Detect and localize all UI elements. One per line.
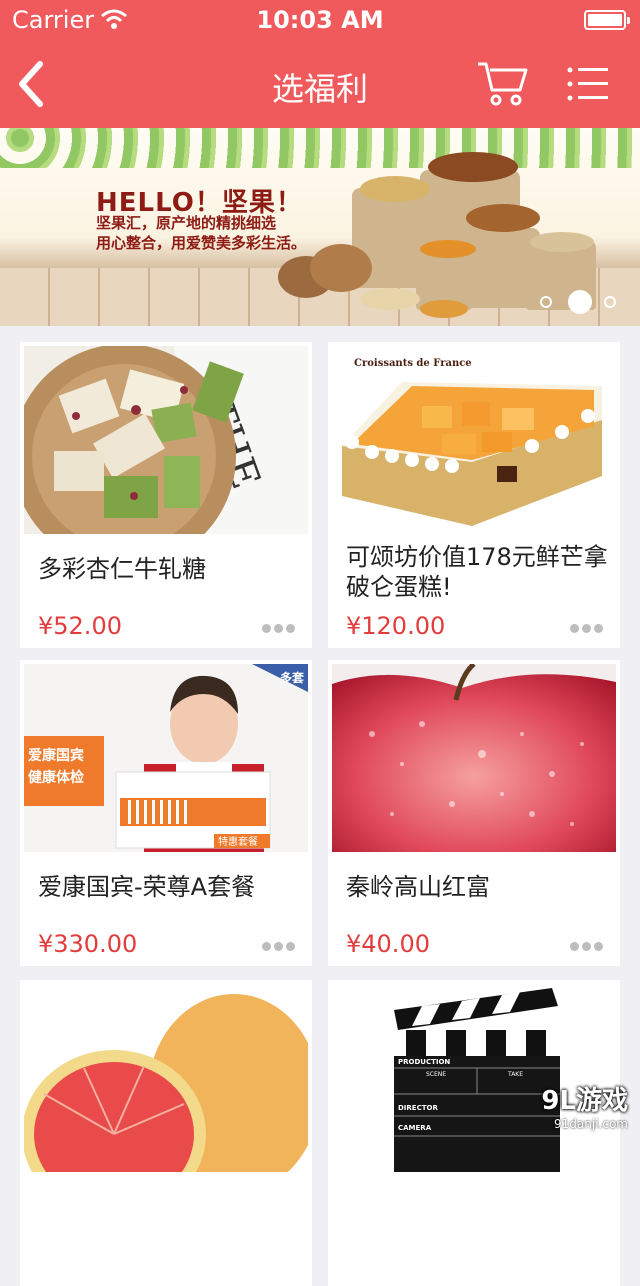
product-price: ¥52.00 (38, 612, 122, 640)
watermark-url: 91danji.com (554, 1117, 628, 1131)
top-bar: Carrier 10:03 AM 选福利 (0, 0, 640, 128)
svg-text:TAKE: TAKE (507, 1071, 523, 1078)
product-image-clapperboard: PRODUCTION SCENE TAKE DIRECTOR CAMERA (332, 984, 616, 1172)
product-image-health-package: 多套 爱康国宾 健康体检 特惠套餐 (24, 664, 308, 852)
leaves-decoration (0, 128, 640, 168)
product-image-pomelo (24, 984, 308, 1172)
svg-text:CAMERA: CAMERA (398, 1124, 432, 1132)
product-image-apple (332, 664, 616, 852)
product-image-mango-cake: Croissants de France (332, 346, 616, 534)
more-options-icon[interactable] (262, 942, 296, 952)
product-card[interactable]: Croissants de France 可颂坊价值178元鲜芒拿破仑蛋糕! ¥… (328, 342, 620, 648)
carousel-dot-2[interactable] (568, 290, 592, 314)
watermark-logo: 9L游戏 (541, 1086, 628, 1116)
product-card[interactable]: 秦岭高山红富 ¥40.00 (328, 660, 620, 966)
page-title: 选福利 (271, 70, 368, 108)
product-price: ¥40.00 (346, 930, 430, 958)
banner-line-2: 用心整合，用爱赞美多彩生活。 (96, 234, 307, 252)
product-price: ¥330.00 (38, 930, 138, 958)
svg-text:特惠套餐: 特惠套餐 (218, 835, 258, 848)
brand-label: Croissants de France (354, 358, 472, 369)
status-bar: Carrier 10:03 AM (0, 0, 640, 40)
carousel-dots[interactable] (538, 290, 624, 314)
svg-text:DIRECTOR: DIRECTOR (398, 1104, 438, 1112)
svg-text:PRODUCTION: PRODUCTION (398, 1058, 450, 1066)
more-options-icon[interactable] (262, 624, 296, 634)
carousel-dot-3[interactable] (604, 296, 616, 308)
product-card[interactable] (20, 980, 312, 1286)
clock: 10:03 AM (256, 6, 384, 34)
cart-icon[interactable] (476, 58, 530, 110)
product-name: 爱康国宾-荣尊A套餐 (38, 873, 256, 901)
product-name: 秦岭高山红富 (346, 873, 490, 901)
product-card[interactable]: PRODUCTION SCENE TAKE DIRECTOR CAMERA (328, 980, 620, 1286)
nav-bar: 选福利 (0, 40, 640, 128)
banner-line-1: 坚果汇，原产地的精挑细选 (96, 214, 277, 232)
more-options-icon[interactable] (570, 942, 604, 952)
product-name: 可颂坊价值178元鲜芒拿破仑蛋糕! (346, 543, 608, 601)
svg-text:SCENE: SCENE (426, 1071, 446, 1078)
product-price: ¥120.00 (346, 612, 446, 640)
svg-text:健康体检: 健康体检 (28, 769, 84, 786)
promo-banner[interactable]: HELLO！坚果！ 坚果汇，原产地的精挑细选 用心整合，用爱赞美多彩生活。 (0, 128, 640, 326)
product-name: 多彩杏仁牛轧糖 (38, 555, 206, 583)
battery-icon (584, 10, 630, 30)
carousel-dot-1[interactable] (540, 296, 552, 308)
svg-text:爱康国宾: 爱康国宾 (28, 747, 84, 764)
menu-icon[interactable] (566, 64, 610, 104)
more-options-icon[interactable] (570, 624, 604, 634)
product-card[interactable]: 多套 爱康国宾 健康体检 特惠套餐 爱康国宾-荣尊A套餐 ¥330.00 (20, 660, 312, 966)
site-watermark: 9L游戏 91danji.com (518, 1080, 628, 1132)
image-tag: 多套 (280, 670, 305, 685)
product-card[interactable]: THE 多彩杏仁牛轧糖 ¥52.00 (20, 342, 312, 648)
product-image-nougat: THE (24, 346, 308, 534)
